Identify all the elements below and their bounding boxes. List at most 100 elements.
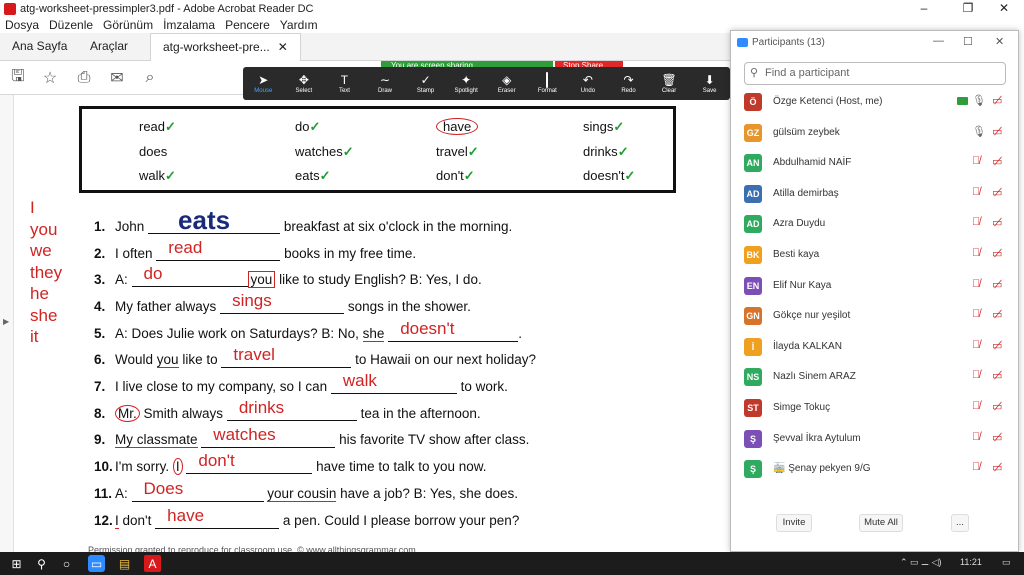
microphone-muted-icon[interactable]: 🎙̸: [972, 186, 980, 198]
microphone-muted-icon[interactable]: 🎙̸: [972, 247, 980, 259]
video-off-icon[interactable]: ▭̸: [992, 339, 1002, 352]
menu-item-duzenle[interactable]: Düzenle: [44, 18, 98, 32]
participant-row[interactable]: EN Elif Nur Kaya 🎙̸ ▭̸: [731, 271, 1018, 301]
participant-row[interactable]: Ö Özge Ketenci (Host, me) 🎙 ▭̸: [731, 87, 1018, 117]
microphone-icon[interactable]: 🎙: [972, 125, 986, 138]
anno-tool-mouse[interactable]: ➤ Mouse: [243, 67, 284, 100]
participant-row[interactable]: GN Gökçe nur yeşilot 🎙̸ ▭̸: [731, 301, 1018, 331]
question-text: like to study English? B: Yes, I do.: [279, 272, 482, 287]
more-options-button[interactable]: ...: [951, 514, 969, 532]
invite-button[interactable]: Invite: [776, 514, 812, 532]
anno-tool-select[interactable]: ✥ Select: [284, 67, 325, 100]
system-tray-icons[interactable]: ⌃ ▭ ⚊ ◁): [900, 557, 942, 568]
search-icon[interactable]: ⚲: [33, 555, 50, 572]
microphone-muted-icon[interactable]: 🎙̸: [972, 308, 980, 320]
video-off-icon[interactable]: ▭̸: [992, 155, 1002, 168]
minimize-button[interactable]: –: [904, 0, 944, 17]
menu-item-dosya[interactable]: Dosya: [0, 18, 44, 32]
participant-row[interactable]: İ İlayda KALKAN 🎙̸ ▭̸: [731, 332, 1018, 362]
acrobat-taskbar-icon[interactable]: A: [144, 555, 161, 572]
participant-row[interactable]: AD Azra Duydu 🎙̸ ▭̸: [731, 209, 1018, 239]
anno-tool-clear[interactable]: 🗑 Clear: [649, 67, 690, 100]
video-off-icon[interactable]: ▭̸: [992, 369, 1002, 382]
close-window-button[interactable]: ✕: [984, 0, 1024, 17]
word-bank-word: read: [139, 119, 166, 134]
anno-tool-save[interactable]: ⬇ Save: [689, 67, 730, 100]
menu-item-gorunum[interactable]: Görünüm: [98, 18, 158, 32]
microphone-muted-icon[interactable]: 🎙̸: [972, 431, 980, 443]
question-number: 7.: [94, 379, 106, 394]
question-text: books in my free time.: [284, 246, 417, 261]
anno-tool-text[interactable]: T Text: [324, 67, 365, 100]
windows-taskbar: ⊞ ⚲ ○ ▭ ▤ A ⌃ ▭ ⚊ ◁) 11:21 ▭: [0, 552, 1024, 575]
tab-home[interactable]: Ana Sayfa: [0, 33, 79, 61]
cortana-icon[interactable]: ○: [58, 555, 75, 572]
video-off-icon[interactable]: ▭̸: [992, 431, 1002, 444]
participant-row[interactable]: Ş 🚋 Şenay pekyen 9/G 🎙̸ ▭̸: [731, 454, 1018, 484]
video-off-icon[interactable]: ▭̸: [992, 216, 1002, 229]
maximize-button[interactable]: ❐: [948, 0, 988, 17]
panel-close-button[interactable]: ✕: [995, 35, 1004, 48]
mouse-icon: ➤: [258, 73, 269, 87]
video-off-icon[interactable]: ▭̸: [992, 186, 1002, 199]
participant-row[interactable]: AD Atilla demirbaş 🎙̸ ▭̸: [731, 179, 1018, 209]
anno-tool-eraser[interactable]: ◈ Eraser: [486, 67, 527, 100]
participant-row[interactable]: Ş Şevval İkra Aytulum 🎙̸ ▭̸: [731, 424, 1018, 454]
question-number: 6.: [94, 352, 106, 367]
question-text: like to: [182, 352, 218, 367]
video-off-icon[interactable]: ▭̸: [992, 125, 1002, 138]
email-icon[interactable]: ✉: [107, 68, 127, 88]
anno-tool-redo[interactable]: ↷ Redo: [608, 67, 649, 100]
participant-row[interactable]: BK Besti kaya 🎙̸ ▭̸: [731, 240, 1018, 270]
video-off-icon[interactable]: ▭̸: [992, 461, 1002, 474]
question-number: 9.: [94, 432, 106, 447]
participant-row[interactable]: NS Nazlı Sinem ARAZ 🎙̸ ▭̸: [731, 362, 1018, 392]
windows-start-icon[interactable]: ⊞: [8, 555, 25, 572]
panel-popout-button[interactable]: ☐: [963, 35, 973, 48]
microphone-muted-icon[interactable]: 🎙̸: [972, 339, 980, 351]
anno-tool-format[interactable]: Format: [527, 67, 568, 100]
save-icon[interactable]: 🖫: [8, 68, 28, 88]
question-text: I live close to my company, so I can: [115, 379, 328, 394]
mute-all-button[interactable]: Mute All: [859, 514, 903, 532]
search-icon[interactable]: ⌕: [140, 68, 160, 88]
participant-row[interactable]: GZ gülsüm zeybek 🎙 ▭̸: [731, 118, 1018, 148]
panel-minimize-button[interactable]: —: [933, 35, 944, 47]
left-panel-toggle[interactable]: ▶: [0, 95, 14, 552]
menu-item-imzalama[interactable]: İmzalama: [158, 18, 220, 32]
word-bank-item: do✓: [295, 119, 320, 135]
video-off-icon[interactable]: ▭̸: [992, 247, 1002, 260]
video-off-icon[interactable]: ▭̸: [992, 400, 1002, 413]
participant-row[interactable]: AN Abdulhamid NAİF 🎙̸ ▭̸: [731, 148, 1018, 178]
anno-tool-spotlight[interactable]: ✦ Spotlight: [446, 67, 487, 100]
question-text: My father always: [115, 299, 217, 314]
file-explorer-icon[interactable]: ▤: [116, 555, 133, 572]
microphone-muted-icon[interactable]: 🎙̸: [972, 461, 980, 473]
video-off-icon[interactable]: ▭̸: [992, 94, 1002, 107]
video-off-icon[interactable]: ▭̸: [992, 308, 1002, 321]
participant-row[interactable]: ST Simge Tokuç 🎙̸ ▭̸: [731, 393, 1018, 423]
tab-document[interactable]: atg-worksheet-pre... ✕: [150, 33, 301, 62]
tab-tools[interactable]: Araçlar: [78, 33, 140, 61]
microphone-muted-icon[interactable]: 🎙̸: [972, 278, 980, 290]
microphone-muted-icon[interactable]: 🎙̸: [972, 369, 980, 381]
answer-blank: Does: [131, 479, 264, 502]
menu-item-yardim[interactable]: Yardım: [275, 18, 323, 32]
anno-tool-draw[interactable]: ∼ Draw: [365, 67, 406, 100]
microphone-muted-icon[interactable]: 🎙̸: [972, 155, 980, 167]
video-off-icon[interactable]: ▭̸: [992, 278, 1002, 291]
bookmark-star-icon[interactable]: ☆: [40, 68, 60, 88]
menu-item-pencere[interactable]: Pencere: [220, 18, 275, 32]
microphone-icon[interactable]: 🎙: [972, 94, 986, 107]
anno-tool-undo[interactable]: ↶ Undo: [568, 67, 609, 100]
anno-tool-stamp[interactable]: ✓ Stamp: [405, 67, 446, 100]
notification-icon[interactable]: ▭: [1002, 557, 1011, 568]
participant-search-input[interactable]: ⚲ Find a participant: [744, 62, 1006, 85]
close-tab-icon[interactable]: ✕: [278, 40, 288, 54]
question-number: 3.: [94, 272, 106, 287]
zoom-app-icon[interactable]: ▭: [88, 555, 105, 572]
microphone-muted-icon[interactable]: 🎙̸: [972, 400, 980, 412]
print-icon[interactable]: ⎙: [74, 68, 94, 88]
microphone-muted-icon[interactable]: 🎙̸: [972, 216, 980, 228]
participant-name: Gökçe nur yeşilot: [773, 310, 851, 322]
